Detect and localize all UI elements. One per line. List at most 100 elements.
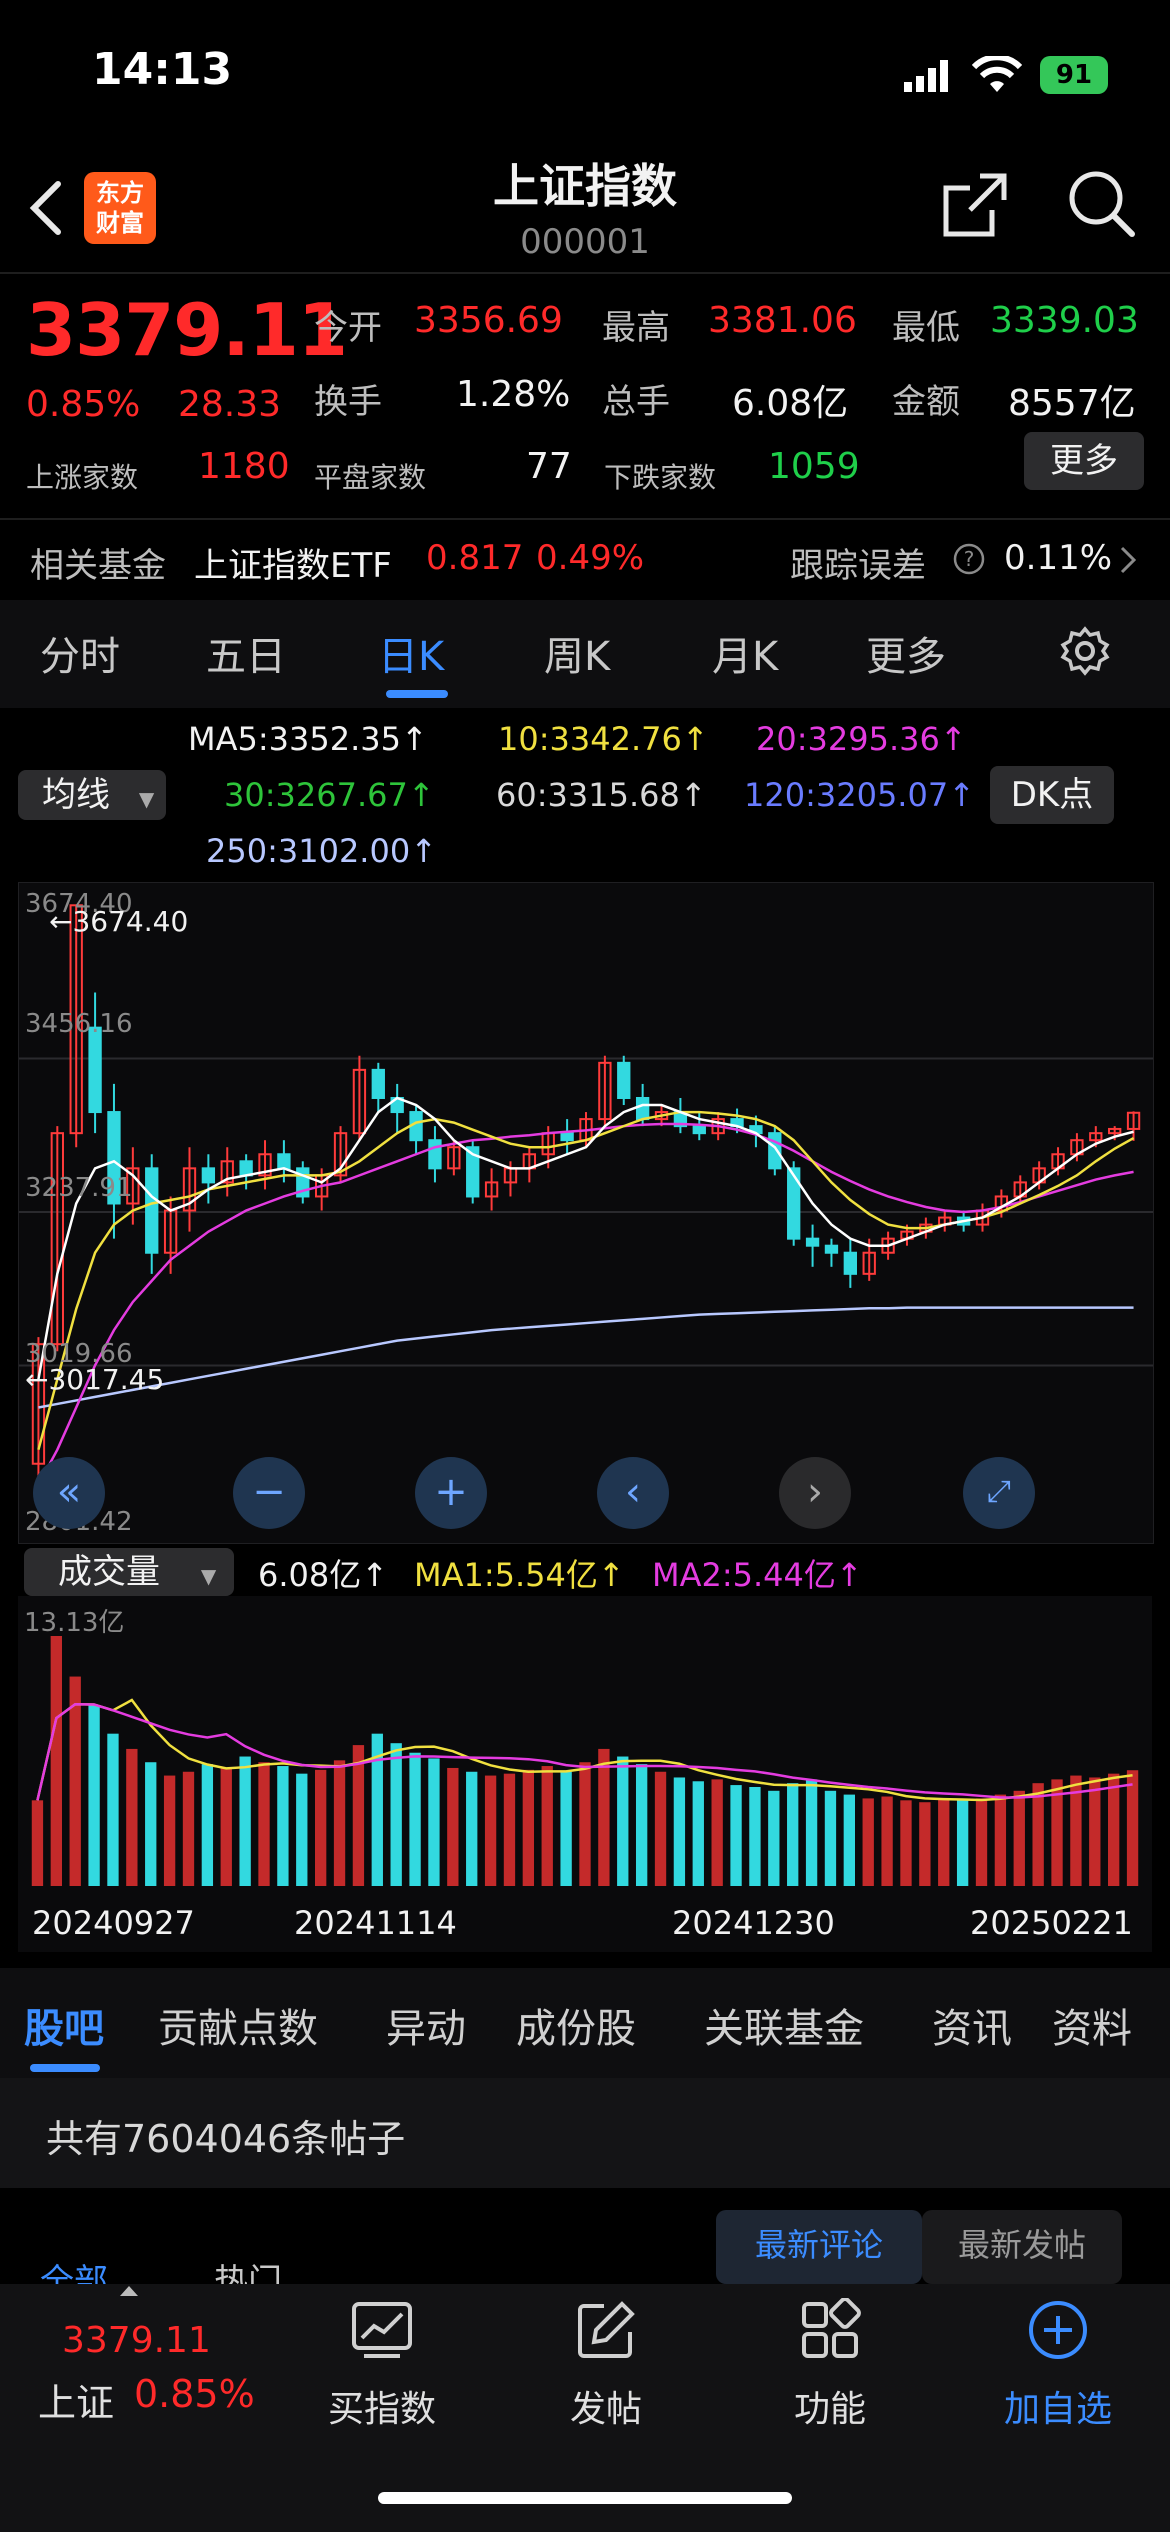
candle-body (768, 1132, 782, 1170)
tab-month-k[interactable]: 月K (712, 624, 778, 682)
indicator-dropdown[interactable]: 均线 ▼ (18, 770, 166, 820)
volume-bar (654, 1771, 667, 1886)
volume-ma2: MA2:5.44亿↑ (652, 1556, 863, 1594)
tab-constituents[interactable]: 成份股 (516, 1996, 636, 2054)
tab-related-funds[interactable]: 关联基金 (704, 1996, 864, 2054)
candle-body (428, 1139, 442, 1170)
section-tab-indicator (30, 2064, 100, 2072)
ma250-line (38, 1306, 1134, 1409)
nav-functions[interactable]: 功能 (750, 2380, 910, 2432)
sort-latest-post[interactable]: 最新发帖 (922, 2210, 1122, 2284)
chevron-right-icon[interactable]: › (779, 1457, 851, 1529)
candle-body (843, 1251, 858, 1275)
nav-index-price[interactable]: 3379.11 (62, 2320, 211, 2361)
volume-bar (711, 1779, 723, 1886)
volume-bar (824, 1790, 837, 1886)
date-label-4: 20250221 (970, 1904, 1133, 1942)
tab-guba[interactable]: 股吧 (24, 1996, 104, 2054)
edit-icon[interactable] (574, 2298, 638, 2362)
volume-bar (692, 1781, 704, 1886)
y-axis-label-2: 3456.16 (25, 1009, 133, 1039)
caret-down-icon: ▼ (138, 787, 155, 811)
tab-day-k[interactable]: 日K (378, 624, 444, 682)
volume-chart[interactable]: 13.13亿 (18, 1596, 1152, 1892)
volume-bar (881, 1796, 893, 1886)
down-count-label: 下跌家数 (604, 461, 717, 494)
high-marker-label: ←3674.40 (49, 905, 189, 938)
volume-bar (466, 1771, 478, 1886)
rewind-icon[interactable]: « (33, 1457, 105, 1529)
nav-index-name[interactable]: 上证 (38, 2372, 114, 2427)
volume-bar (1126, 1770, 1139, 1886)
zoom-in-icon[interactable]: + (415, 1457, 487, 1529)
current-price: 3379.11 (26, 288, 348, 372)
volume-bar (956, 1800, 969, 1886)
volume-bar (919, 1802, 931, 1886)
signal-icon (904, 60, 948, 92)
open-label: 今开 (314, 308, 382, 348)
indicator-dropdown-label: 均线 (42, 775, 110, 815)
search-icon[interactable] (1066, 168, 1138, 240)
candle-body (824, 1244, 839, 1254)
active-tab-indicator (386, 690, 448, 698)
fullscreen-icon[interactable]: ⤢ (963, 1457, 1035, 1529)
volume-bar (296, 1773, 308, 1886)
help-icon[interactable]: ? (952, 542, 986, 576)
low-label: 最低 (892, 308, 960, 348)
volume-bar (843, 1794, 856, 1886)
volume-label: 总手 (602, 382, 670, 422)
kline-chart[interactable]: 3674.40 ←3674.40 3456.16 3237.91 3019.66… (18, 882, 1154, 1544)
candle-body (201, 1167, 216, 1184)
ma30-value: 30:3267.67↑ (224, 776, 435, 814)
date-label-2: 20241114 (294, 1904, 457, 1942)
nav-index-pct[interactable]: 0.85% (134, 2372, 255, 2416)
down-count: 1059 (768, 446, 860, 487)
candle-body (805, 1237, 820, 1247)
volume-bar (182, 1771, 195, 1886)
volume-bar (503, 1773, 516, 1886)
ma5-value: MA5:3352.35↑ (188, 720, 428, 758)
volume-bar (220, 1767, 232, 1886)
volume-bar (975, 1798, 988, 1886)
tab-week-k[interactable]: 周K (544, 624, 610, 682)
candle-body (239, 1160, 253, 1177)
volume-bar (88, 1705, 100, 1886)
fund-name[interactable]: 上证指数ETF (194, 538, 392, 587)
tab-news[interactable]: 资讯 (932, 1996, 1012, 2054)
chevron-right-icon[interactable] (1118, 544, 1140, 576)
ma60-value: 60:3315.68↑ (496, 776, 707, 814)
ma250-value: 250:3102.00↑ (206, 832, 437, 870)
chevron-left-icon[interactable]: ‹ (597, 1457, 669, 1529)
tab-more[interactable]: 更多 (866, 624, 946, 682)
more-button[interactable]: 更多 (1024, 432, 1144, 490)
settings-icon[interactable] (1060, 626, 1110, 676)
change-percent: 0.85% (26, 384, 141, 425)
dk-point-button[interactable]: DK点 (990, 766, 1114, 824)
nav-add-watchlist[interactable]: 加自选 (978, 2380, 1138, 2432)
zoom-out-icon[interactable]: − (233, 1457, 305, 1529)
tab-contribution[interactable]: 贡献点数 (158, 1996, 318, 2054)
tab-profile[interactable]: 资料 (1052, 1996, 1132, 2054)
nav-post[interactable]: 发帖 (526, 2380, 686, 2432)
caret-down-icon: ▼ (200, 1564, 217, 1588)
nav-buy-index[interactable]: 买指数 (302, 2380, 462, 2432)
sort-latest-comment[interactable]: 最新评论 (716, 2210, 922, 2284)
tab-movement[interactable]: 异动 (386, 1996, 466, 2054)
volume-bar (673, 1777, 686, 1886)
add-circle-icon[interactable] (1026, 2298, 1090, 2362)
share-icon[interactable] (940, 170, 1010, 240)
tracking-error-label: 跟踪误差 (790, 546, 926, 586)
candle-body (277, 1153, 291, 1170)
candle-body (145, 1167, 159, 1254)
buy-index-icon[interactable] (350, 2298, 414, 2362)
date-label-3: 20241230 (672, 1904, 835, 1942)
tab-five-day[interactable]: 五日 (206, 624, 286, 682)
tab-intraday[interactable]: 分时 (40, 624, 120, 682)
ma10-value: 10:3342.76↑ (498, 720, 709, 758)
turnover-value: 1.28% (456, 374, 571, 415)
volume-bar (409, 1752, 421, 1886)
low-marker-label: ←3017.45 (25, 1363, 165, 1396)
volume-bar (560, 1771, 572, 1886)
volume-indicator-dropdown[interactable]: 成交量 ▼ (24, 1548, 234, 1596)
grid-icon[interactable] (798, 2298, 862, 2362)
